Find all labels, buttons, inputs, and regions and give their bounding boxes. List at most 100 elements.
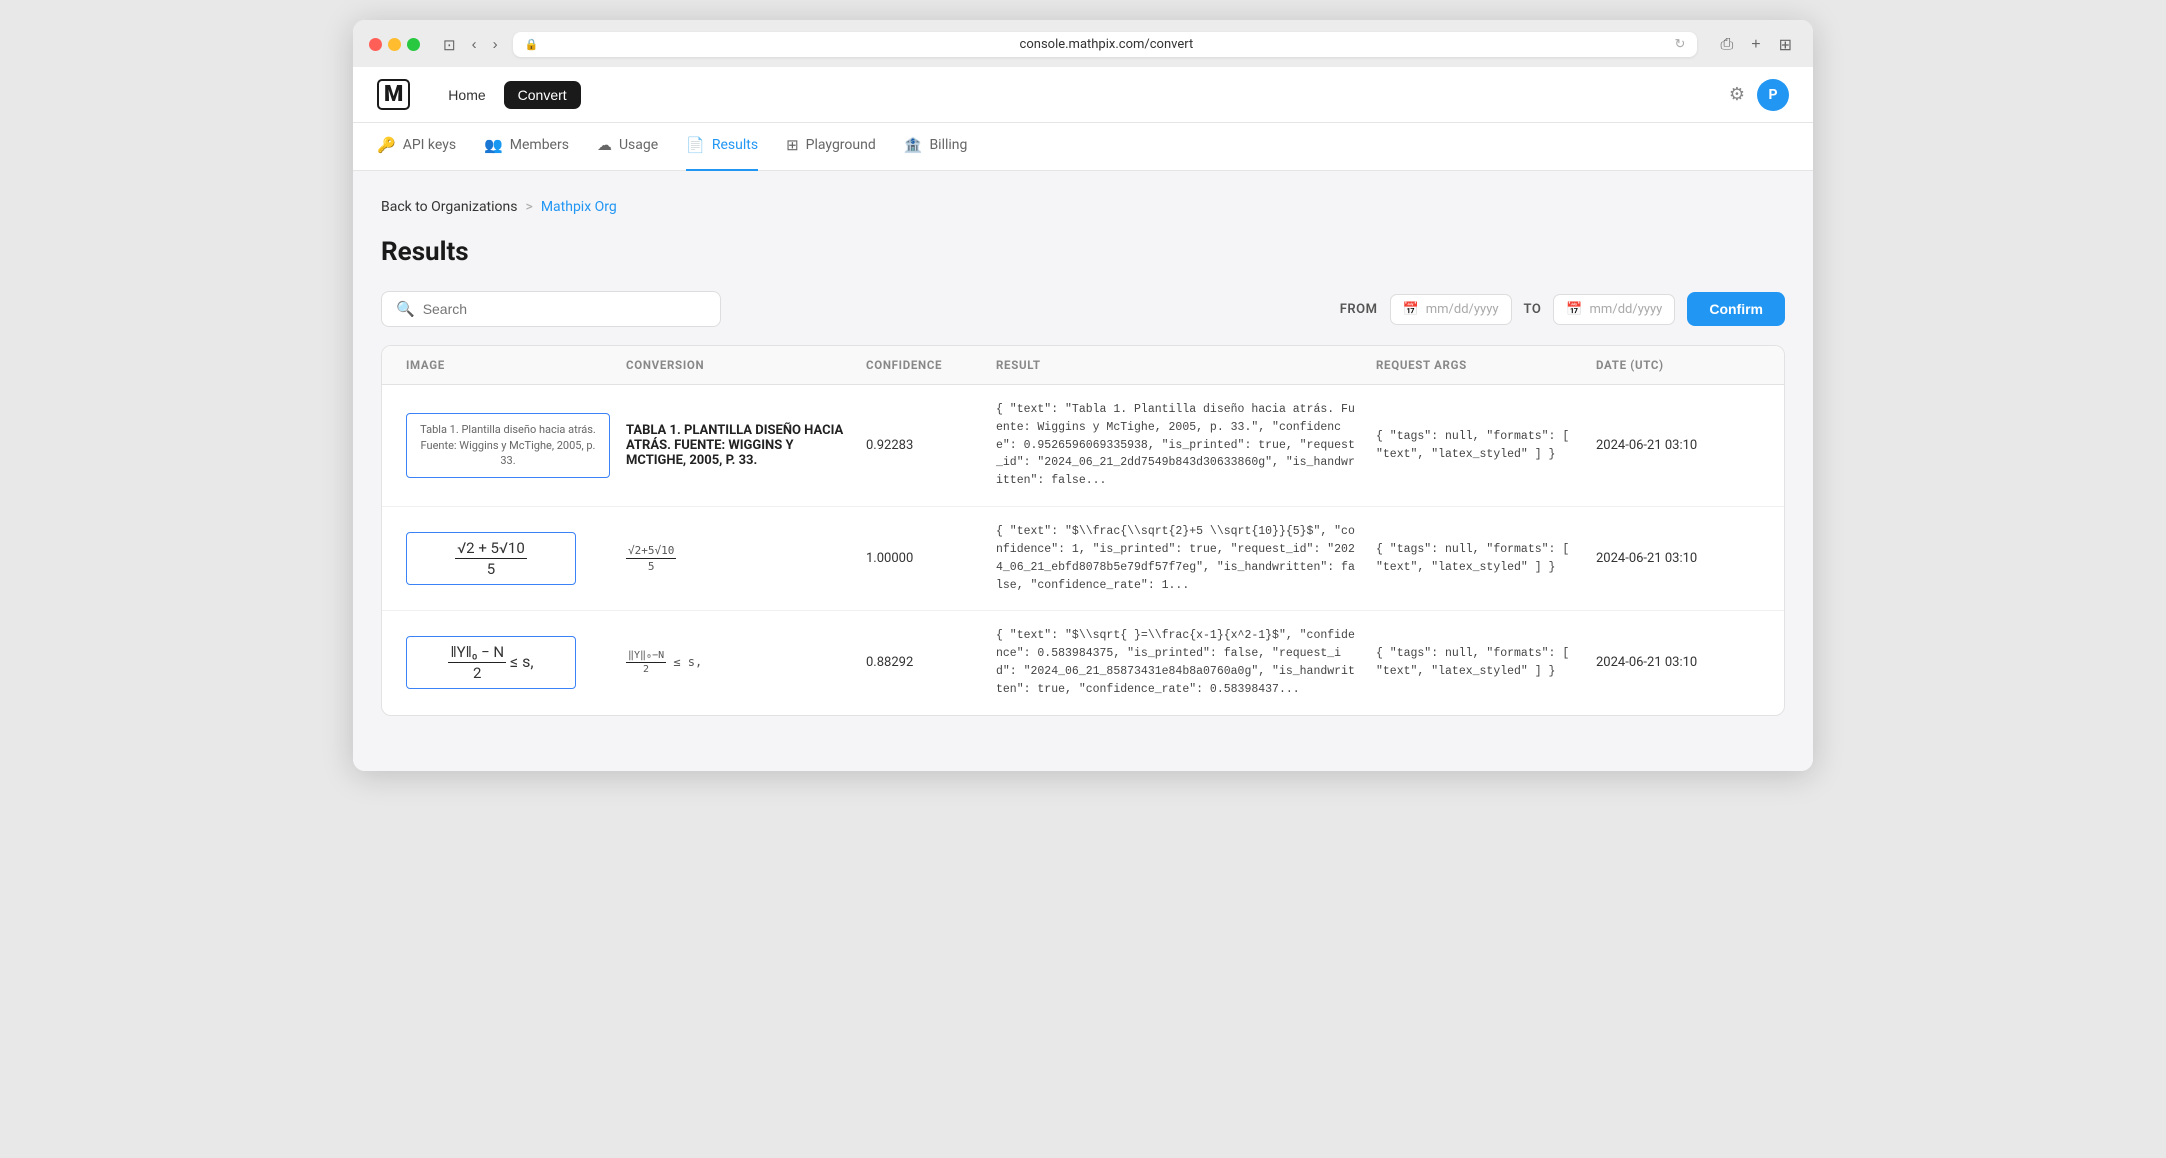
members-icon: 👥: [484, 136, 503, 154]
row1-confidence: 0.92283: [858, 422, 988, 469]
conversion-math-frac: √2+5√10 5: [626, 544, 676, 573]
subnav-results-label: Results: [712, 137, 758, 153]
row1-image: Tabla 1. Plantilla diseño hacia atrás. F…: [398, 401, 618, 489]
share-button[interactable]: ⎙: [1715, 34, 1738, 56]
nav-home[interactable]: Home: [434, 81, 499, 109]
col-header-conversion: CONVERSION: [618, 346, 858, 384]
row3-confidence: 0.88292: [858, 639, 988, 686]
to-date-placeholder: mm/dd/yyyy: [1590, 302, 1663, 317]
url-bar[interactable]: 🔒 console.mathpix.com/convert ↻: [513, 32, 1698, 57]
table-header: IMAGE CONVERSION CONFIDENCE RESULT REQUE…: [382, 346, 1784, 385]
billing-icon: 🏦: [904, 136, 923, 154]
conv3-math-frac: ‖Y‖₀−N 2: [626, 650, 666, 675]
row3-image: ‖Y‖₀ − N 2 ≤ s,: [398, 624, 618, 701]
from-date-input[interactable]: 📅 mm/dd/yyyy: [1390, 294, 1512, 325]
norm-frac-num: ‖Y‖₀ − N: [448, 643, 506, 663]
reload-icon[interactable]: ↻: [1675, 37, 1686, 52]
conv3-frac-num: ‖Y‖₀−N: [626, 650, 666, 663]
col-header-date: DATE (UTC): [1588, 346, 1768, 384]
row2-conversion: √2+5√10 5: [618, 528, 858, 589]
conv-frac-num: √2+5√10: [626, 544, 676, 559]
row3-conversion-text: ‖Y‖₀−N 2 ≤ s,: [626, 655, 702, 669]
subnav-results[interactable]: 📄 Results: [686, 123, 758, 171]
browser-window: ⊡ ‹ › 🔒 console.mathpix.com/convert ↻ ⎙ …: [353, 20, 1813, 771]
math-fraction: √2 + 5√10 5: [455, 539, 527, 578]
subnav-api-keys-label: API keys: [403, 137, 456, 153]
lock-icon: 🔒: [525, 38, 539, 51]
to-label: TO: [1524, 302, 1542, 317]
subnav-usage-label: Usage: [619, 137, 658, 153]
forward-button[interactable]: ›: [488, 34, 503, 55]
table-row: Tabla 1. Plantilla diseño hacia atrás. F…: [382, 385, 1784, 507]
row2-confidence: 1.00000: [858, 535, 988, 582]
breadcrumb-current[interactable]: Mathpix Org: [541, 199, 617, 215]
header-right: ⚙ P: [1729, 79, 1789, 111]
browser-chrome: ⊡ ‹ › 🔒 console.mathpix.com/convert ↻ ⎙ …: [353, 20, 1813, 67]
page-title: Results: [381, 237, 1785, 267]
subnav-api-keys[interactable]: 🔑 API keys: [377, 123, 456, 171]
main-nav: Home Convert: [434, 81, 1729, 109]
subnav-billing-label: Billing: [929, 137, 967, 153]
row3-result: { "text": "$\\sqrt{ }=\\frac{x-1}{x^2-1}…: [988, 611, 1368, 714]
subnav-usage[interactable]: ☁ Usage: [597, 123, 658, 171]
results-icon: 📄: [686, 136, 705, 154]
close-button[interactable]: [369, 38, 382, 51]
row1-date: 2024-06-21 03:10: [1588, 422, 1768, 469]
row3-conversion: ‖Y‖₀−N 2 ≤ s,: [618, 634, 858, 691]
row3-request-args: { "tags": null, "formats": [ "text", "la…: [1368, 629, 1588, 697]
row2-result: { "text": "$\\frac{\\sqrt{2}+5 \\sqrt{10…: [988, 507, 1368, 610]
row1-conversion: TABLA 1. PLANTILLA DISEÑO HACIA ATRÁS. F…: [618, 407, 858, 484]
search-box: 🔍: [381, 291, 721, 327]
conv-frac-den: 5: [646, 559, 657, 573]
app-header: M Home Convert ⚙ P: [353, 67, 1813, 123]
subnav-playground[interactable]: ⊞ Playground: [786, 123, 876, 171]
back-button[interactable]: ‹: [467, 34, 482, 55]
subnav-billing[interactable]: 🏦 Billing: [904, 123, 968, 171]
results-table: IMAGE CONVERSION CONFIDENCE RESULT REQUE…: [381, 345, 1785, 716]
minimize-button[interactable]: [388, 38, 401, 51]
usage-icon: ☁: [597, 136, 612, 154]
from-date-placeholder: mm/dd/yyyy: [1426, 302, 1499, 317]
sidebar-toggle-button[interactable]: ⊡: [438, 34, 461, 56]
subnav-members[interactable]: 👥 Members: [484, 123, 569, 171]
logo-mark: M: [377, 79, 410, 110]
maximize-button[interactable]: [407, 38, 420, 51]
settings-button[interactable]: ⚙: [1729, 84, 1745, 105]
date-filter: FROM 📅 mm/dd/yyyy TO 📅 mm/dd/yyyy Confir…: [1340, 292, 1785, 326]
col-header-confidence: CONFIDENCE: [858, 346, 988, 384]
calendar-icon-to: 📅: [1566, 302, 1582, 317]
col-header-request-args: REQUEST ARGS: [1368, 346, 1588, 384]
row1-request-args: { "tags": null, "formats": [ "text", "la…: [1368, 412, 1588, 480]
browser-actions: ⎙ + ⊞: [1715, 33, 1797, 57]
nav-convert[interactable]: Convert: [504, 81, 581, 109]
breadcrumb: Back to Organizations > Mathpix Org: [381, 199, 1785, 215]
search-input[interactable]: [423, 301, 706, 317]
col-header-image: IMAGE: [398, 346, 618, 384]
row2-image-preview: √2 + 5√10 5: [406, 532, 576, 585]
breadcrumb-back[interactable]: Back to Organizations: [381, 199, 517, 215]
row1-conversion-text: TABLA 1. PLANTILLA DISEÑO HACIA ATRÁS. F…: [626, 423, 843, 468]
col-header-result: RESULT: [988, 346, 1368, 384]
subnav-members-label: Members: [510, 137, 569, 153]
search-icon: 🔍: [396, 300, 415, 318]
tabs-button[interactable]: ⊞: [1774, 33, 1797, 57]
new-tab-button[interactable]: +: [1746, 34, 1765, 56]
main-content: Back to Organizations > Mathpix Org Resu…: [353, 171, 1813, 771]
confirm-button[interactable]: Confirm: [1687, 292, 1785, 326]
breadcrumb-separator: >: [525, 199, 532, 215]
playground-icon: ⊞: [786, 136, 799, 154]
row2-request-args: { "tags": null, "formats": [ "text", "la…: [1368, 525, 1588, 593]
row3-image-preview: ‖Y‖₀ − N 2 ≤ s,: [406, 636, 576, 689]
table-row: ‖Y‖₀ − N 2 ≤ s, ‖Y‖₀−N 2 ≤ s,: [382, 611, 1784, 714]
api-keys-icon: 🔑: [377, 136, 396, 154]
to-date-input[interactable]: 📅 mm/dd/yyyy: [1553, 294, 1675, 325]
row2-image: √2 + 5√10 5: [398, 520, 618, 597]
avatar[interactable]: P: [1757, 79, 1789, 111]
fraction-numerator: √2 + 5√10: [455, 539, 527, 559]
row3-date: 2024-06-21 03:10: [1588, 639, 1768, 686]
url-text: console.mathpix.com/convert: [544, 37, 1668, 52]
fraction-denominator: 5: [485, 559, 497, 578]
table-row: √2 + 5√10 5 √2+5√10 5 1.00000: [382, 507, 1784, 611]
sub-nav: 🔑 API keys 👥 Members ☁ Usage 📄 Results ⊞…: [353, 123, 1813, 171]
subnav-playground-label: Playground: [806, 137, 876, 153]
